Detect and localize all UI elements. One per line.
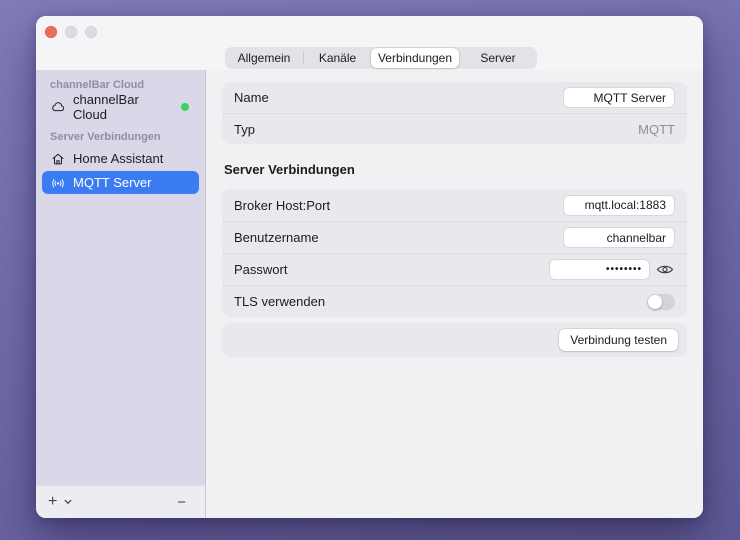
section-title: Server Verbindungen [224, 162, 355, 177]
tls-label: TLS verwenden [234, 294, 326, 309]
sidebar-section-header-cloud: channelBar Cloud [50, 79, 145, 91]
window-controls [45, 26, 97, 38]
tls-toggle[interactable] [647, 293, 675, 310]
sidebar: channelBar Cloud channelBar Cloud Server… [36, 70, 206, 485]
home-icon [52, 153, 64, 164]
general-group: Name Typ MQTT [222, 82, 687, 144]
settings-window: Allgemein Kanäle Verbindungen Server cha… [36, 16, 703, 518]
typ-row: Typ MQTT [222, 113, 687, 144]
minimize-icon[interactable] [65, 26, 77, 38]
add-button[interactable]: + [48, 494, 57, 510]
cloud-icon [52, 101, 65, 111]
name-label: Name [234, 90, 269, 105]
tab-bar: Allgemein Kanäle Verbindungen Server [225, 47, 537, 69]
tls-row: TLS verwenden [222, 285, 687, 317]
tab-server[interactable]: Server [459, 47, 537, 69]
password-label: Passwort [234, 262, 288, 277]
eye-icon [656, 265, 674, 274]
typ-value: MQTT [638, 121, 675, 137]
test-group: Verbindung testen [222, 323, 687, 357]
sidebar-item-mqtt-server[interactable]: MQTT Server [42, 171, 199, 194]
sidebar-footer: + − [36, 485, 206, 518]
remove-button[interactable]: − [177, 495, 186, 510]
connection-group: Broker Host:Port Benutzername Passwort [222, 189, 687, 317]
sidebar-item-label: channelBar Cloud [73, 91, 139, 122]
sidebar-item-home-assistant[interactable]: Home Assistant [42, 147, 199, 170]
test-button-row: Verbindung testen [222, 323, 687, 357]
typ-label: Typ [234, 121, 255, 137]
tab-verbindungen[interactable]: Verbindungen [371, 48, 459, 68]
sidebar-section-header-server: Server Verbindungen [50, 131, 161, 143]
test-connection-button[interactable]: Verbindung testen [559, 329, 678, 351]
broker-label: Broker Host:Port [234, 197, 331, 213]
password-field-wrap [549, 259, 675, 280]
sidebar-item-channelbar-cloud[interactable]: channelBar Cloud [42, 92, 199, 122]
broker-row: Broker Host:Port [222, 189, 687, 221]
sidebar-item-label: Home Assistant [73, 151, 164, 166]
broker-input[interactable] [563, 194, 675, 216]
tab-kanaele[interactable]: Kanäle [304, 47, 371, 69]
name-input[interactable] [563, 87, 675, 108]
password-row: Passwort [222, 253, 687, 285]
antenna-icon [52, 178, 64, 187]
username-input[interactable] [563, 227, 675, 248]
username-label: Benutzername [234, 230, 319, 245]
zoom-icon[interactable] [85, 26, 97, 38]
titlebar: Allgemein Kanäle Verbindungen Server [36, 16, 703, 70]
sidebar-item-label: MQTT Server [73, 175, 152, 190]
chevron-down-icon[interactable] [64, 499, 72, 505]
close-icon[interactable] [45, 26, 57, 38]
content-pane: Name Typ MQTT Server Verbindungen Broker… [207, 70, 703, 518]
reveal-password-button[interactable] [655, 262, 675, 278]
online-status-dot [181, 102, 189, 111]
password-input[interactable] [549, 259, 650, 280]
toggle-knob [648, 294, 662, 309]
tab-allgemein[interactable]: Allgemein [225, 47, 303, 69]
name-row: Name [222, 82, 687, 113]
username-row: Benutzername [222, 221, 687, 253]
